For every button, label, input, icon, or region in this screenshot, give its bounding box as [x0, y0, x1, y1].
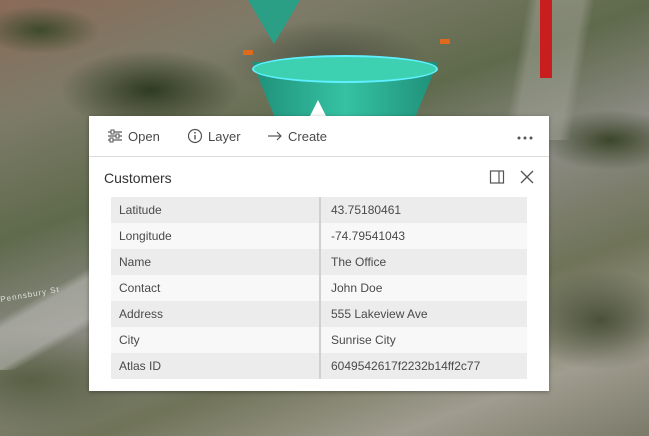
- open-button[interactable]: Open: [107, 116, 160, 156]
- attribute-row: Atlas ID 6049542617f2232b14ff2c77: [111, 353, 527, 379]
- close-icon: [519, 170, 535, 189]
- map-marker[interactable]: [243, 50, 253, 55]
- dock-panel-button[interactable]: [489, 169, 505, 190]
- attribute-row: Name The Office: [111, 249, 527, 275]
- popup-toolbar: Open Layer Create: [89, 116, 549, 157]
- attribute-value: 6049542617f2232b14ff2c77: [320, 353, 527, 379]
- layer-button-label: Layer: [208, 128, 241, 144]
- attribute-row: Latitude 43.75180461: [111, 197, 527, 223]
- create-button-label: Create: [288, 128, 328, 144]
- attribute-row: Address 555 Lakeview Ave: [111, 301, 527, 327]
- open-button-label: Open: [128, 128, 160, 144]
- attribute-value: -74.79541043: [320, 223, 527, 249]
- attribute-row: Longitude -74.79541043: [111, 223, 527, 249]
- attribute-label: Name: [111, 249, 321, 275]
- settings-sliders-icon: [107, 129, 123, 143]
- attribute-label: Longitude: [111, 223, 321, 249]
- ellipsis-icon: [517, 127, 533, 145]
- more-options-button[interactable]: [517, 116, 533, 156]
- map-marker[interactable]: [440, 39, 450, 44]
- feature-popup: Open Layer Create Customers Latitude 43.…: [89, 116, 549, 391]
- arrow-right-icon: [267, 130, 283, 142]
- attribute-value: 555 Lakeview Ave: [320, 301, 527, 327]
- attribute-label: Address: [111, 301, 321, 327]
- attribute-label: Atlas ID: [111, 353, 321, 379]
- attribute-label: Contact: [111, 275, 321, 301]
- attribute-label: City: [111, 327, 321, 353]
- popup-title: Customers: [104, 170, 172, 186]
- layer-button[interactable]: Layer: [187, 116, 241, 156]
- attribute-row: Contact John Doe: [111, 275, 527, 301]
- attribute-value: John Doe: [320, 275, 527, 301]
- attribute-label: Latitude: [111, 197, 321, 223]
- selected-feature-rim: [252, 55, 438, 83]
- info-icon: [187, 128, 203, 144]
- map-feature-pole[interactable]: [540, 0, 552, 78]
- attribute-row: City Sunrise City: [111, 327, 527, 353]
- popup-header: Customers: [89, 157, 549, 199]
- dock-icon: [489, 170, 505, 189]
- close-button[interactable]: [519, 169, 535, 190]
- create-button[interactable]: Create: [267, 116, 327, 156]
- attribute-table: Latitude 43.75180461 Longitude -74.79541043…: [111, 197, 527, 379]
- attribute-value: Sunrise City: [320, 327, 527, 353]
- attribute-value: 43.75180461: [320, 197, 527, 223]
- attribute-value: The Office: [320, 249, 527, 275]
- map-feature-cone[interactable]: [248, 0, 300, 44]
- popup-pointer: [310, 100, 326, 116]
